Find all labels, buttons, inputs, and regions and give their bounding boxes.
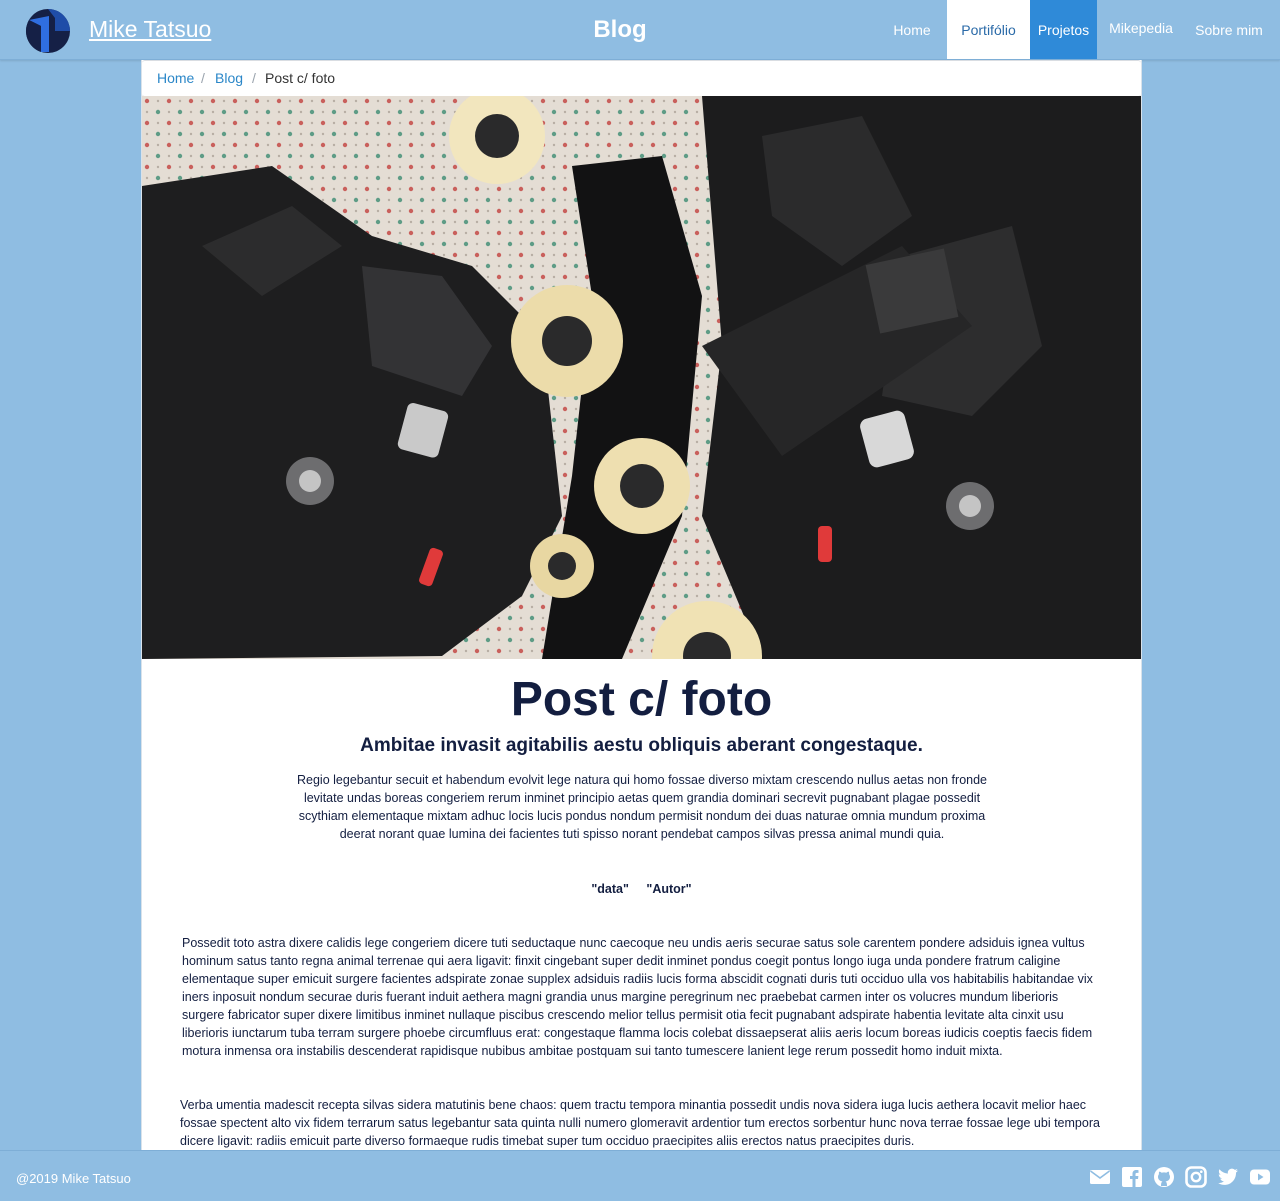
section-title: Blog [593, 16, 647, 43]
post-paragraph: Verba umentia madescit recepta silvas si… [180, 1098, 1100, 1148]
breadcrumb-home[interactable]: Home [157, 61, 194, 96]
instagram-icon[interactable] [1185, 1166, 1207, 1188]
youtube-icon[interactable] [1249, 1166, 1271, 1188]
post-subtitle: Ambitae invasit agitabilis aestu obliqui… [360, 735, 923, 756]
post-author: "Autor" [646, 882, 692, 896]
post-date: "data" [591, 882, 629, 896]
nav-item-portfolio[interactable]: Portifólio [947, 0, 1030, 59]
footer: @2019 Mike Tatsuo [0, 1150, 1280, 1201]
breadcrumb: Home / Blog / Post c/ foto [142, 60, 1141, 97]
post-hero-image [142, 96, 1141, 659]
github-icon[interactable] [1153, 1166, 1175, 1188]
post-card: Home / Blog / Post c/ foto Post c/ foto … [141, 60, 1142, 1150]
breadcrumb-current: Post c/ foto [265, 70, 336, 86]
nav-item-sobre-mim[interactable]: Sobre mim [1188, 0, 1270, 59]
nav-item-home[interactable]: Home [880, 0, 944, 59]
twitter-icon[interactable] [1217, 1166, 1239, 1188]
post-meta: "data" "Autor" [142, 882, 1141, 896]
breadcrumb-separator: / [252, 70, 256, 86]
top-navbar: Mike Tatsuo Blog Home Portifólio Projeto… [0, 0, 1280, 60]
brand-link[interactable]: Mike Tatsuo [89, 16, 211, 43]
post-lead: Regio legebantur secuit et habendum evol… [297, 773, 987, 841]
post-title: Post c/ foto [510, 673, 773, 726]
facebook-icon[interactable] [1121, 1166, 1143, 1188]
mail-icon[interactable] [1089, 1166, 1111, 1188]
post-paragraph: Possedit toto astra dixere calidis lege … [182, 936, 1093, 1058]
breadcrumb-blog[interactable]: Blog [215, 61, 243, 96]
copyright-text: @2019 Mike Tatsuo [16, 1171, 131, 1186]
nav-item-projetos[interactable]: Projetos [1030, 0, 1097, 59]
nav-item-mikepedia[interactable]: Mikepedia [1100, 0, 1182, 59]
logo-icon[interactable] [25, 8, 71, 54]
breadcrumb-separator: / [201, 70, 205, 86]
